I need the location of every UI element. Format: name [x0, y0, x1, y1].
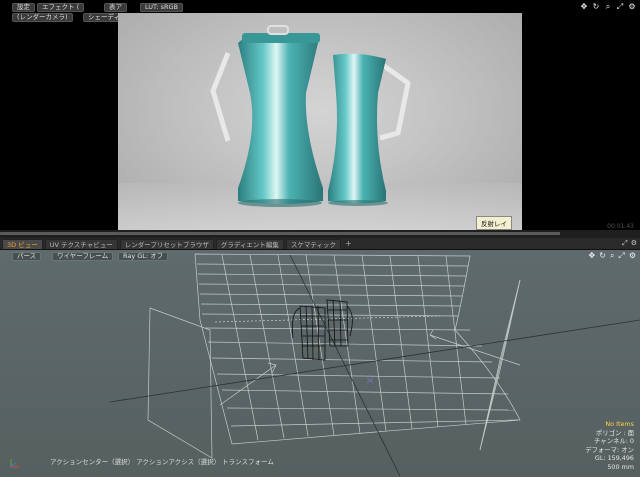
tab-bar-icons: ⤢ ⚙: [622, 239, 637, 248]
display-button[interactable]: 表ア: [104, 3, 127, 12]
pitcher-wireframe: [291, 299, 353, 361]
reflection-ray-tag: 反射レイ: [476, 216, 512, 230]
grid-size: 500 mm: [607, 462, 634, 471]
maximize-icon[interactable]: ⤢: [622, 239, 628, 248]
render-timecode: 00:01.43: [607, 223, 634, 230]
zoom-icon[interactable]: ⌕: [610, 251, 614, 261]
rotate-icon[interactable]: ↻: [592, 2, 600, 12]
render-image: [118, 13, 522, 230]
tab-render-preset-browser[interactable]: レンダープリセットブラウザ: [119, 238, 214, 249]
tab-uv-texture-view[interactable]: UV テクスチャビュー: [44, 238, 118, 249]
tab-gradient-editor[interactable]: グラディエント編集: [215, 238, 284, 249]
progress-bar[interactable]: [0, 230, 640, 238]
gear-icon[interactable]: ⚙: [629, 251, 636, 261]
progress-fill: [0, 232, 560, 235]
effects-button[interactable]: エフェクト (: [37, 3, 85, 12]
3d-viewport[interactable]: パース ワイヤーフレーム Ray GL: オフ ✥ ↻ ⌕ ⤢ ⚙ No Ite…: [0, 250, 640, 477]
perspective-button[interactable]: パース: [12, 252, 42, 261]
polygon-mode: ポリゴン : 面: [595, 428, 634, 437]
lut-button[interactable]: LUT: sRGB: [140, 3, 183, 12]
tab-3d-view[interactable]: 3D ビュー: [2, 238, 43, 249]
scene-info-hud: No Items ポリゴン : 面 チャンネル: 0 デフォーマ: オン GL:…: [585, 420, 634, 472]
render-preview: 設定 エフェクト ( 表ア LUT: sRGB (レンダーカメラ) シェーディン…: [0, 0, 640, 234]
zoom-icon[interactable]: ⌕: [604, 2, 612, 12]
wireframe-scene: [109, 253, 640, 477]
fit-icon[interactable]: ⤢: [616, 2, 624, 12]
ray-gl-button[interactable]: Ray GL: オフ: [118, 252, 169, 261]
tall-pitcher: [210, 25, 323, 207]
add-tab-button[interactable]: +: [345, 239, 352, 248]
gear-icon[interactable]: ⚙: [628, 2, 636, 12]
status-bar-text: アクションセンター（選択） アクションアクシス（選択） トランスフォーム: [50, 458, 274, 466]
gear-icon[interactable]: ⚙: [631, 239, 637, 248]
rotate-icon[interactable]: ↻: [599, 251, 606, 261]
gl-poly-count: GL: 159,496: [594, 454, 634, 463]
move-icon[interactable]: ✥: [589, 251, 596, 261]
move-icon[interactable]: ✥: [580, 2, 588, 12]
viewport-tab-bar: 3D ビュー UV テクスチャビュー レンダープリセットブラウザ グラディエント…: [0, 238, 640, 250]
render-camera-button[interactable]: (レンダーカメラ): [12, 13, 73, 22]
preview-nav-icons: ✥ ↻ ⌕ ⤢ ⚙: [580, 2, 636, 12]
channel-count: チャンネル: 0: [593, 437, 634, 446]
axis-gizmo-icon: [10, 459, 19, 468]
fit-icon[interactable]: ⤢: [618, 251, 624, 261]
deformer-state: デフォーマ: オン: [585, 445, 634, 454]
settings-button[interactable]: 設定: [12, 3, 35, 12]
tab-schematic[interactable]: スケマティック: [285, 238, 342, 249]
selection-count: No Items: [605, 420, 634, 428]
viewport-nav-icons: ✥ ↻ ⌕ ⤢ ⚙: [589, 251, 636, 261]
wireframe-button[interactable]: ワイヤーフレーム: [52, 252, 114, 261]
